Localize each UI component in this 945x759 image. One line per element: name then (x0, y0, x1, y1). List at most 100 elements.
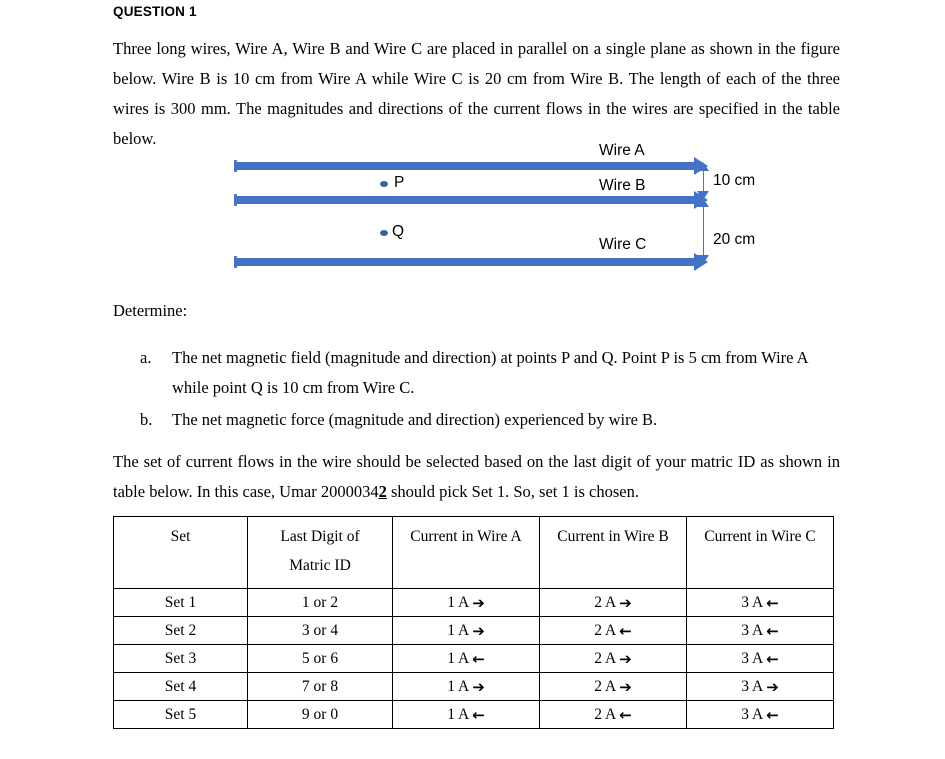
cell-set: Set 3 (113, 644, 248, 673)
direction-arrow-icon: ← (766, 706, 779, 724)
direction-arrow-icon: ← (619, 706, 632, 724)
wire-b-bar (234, 196, 700, 204)
point-p-dot (380, 181, 388, 187)
column-header-set: Set (113, 516, 248, 589)
determine-label: Determine: (113, 301, 188, 320)
header-line: Current in Wire A (410, 528, 522, 545)
point-q-label: Q (392, 223, 405, 240)
wire-c-label: Wire C (599, 236, 647, 253)
cell-current-wire-b: 2 A ← (539, 700, 687, 729)
direction-arrow-icon: ➔ (472, 678, 485, 696)
direction-arrow-icon: ➔ (619, 678, 632, 696)
cell-set: Set 4 (113, 672, 248, 701)
table-row: Set 3 5 or 6 1 A ← 2 A ➔ 3 A ← (113, 644, 834, 673)
cell-digit: 7 or 8 (247, 672, 393, 701)
direction-arrow-icon: ← (766, 622, 779, 640)
list-item-text: The net magnetic force (magnitude and di… (172, 410, 658, 429)
page-title: QUESTION 1 (113, 4, 197, 19)
table-header-row: Set Last Digit of Matric ID Current in W… (113, 516, 834, 589)
current-sets-table: Set Last Digit of Matric ID Current in W… (113, 516, 834, 729)
direction-arrow-icon: ← (766, 650, 779, 668)
column-header-current-wire-a: Current in Wire A (392, 516, 540, 589)
wire-a-label: Wire A (599, 142, 645, 159)
current-value: 1 A (447, 622, 470, 639)
direction-arrow-icon: ← (472, 650, 485, 668)
cell-current-wire-c: 3 A ← (686, 616, 834, 645)
header-line: Current in Wire C (704, 528, 816, 545)
point-q-dot (380, 230, 388, 236)
current-value: 1 A (447, 678, 470, 695)
cell-set: Set 2 (113, 616, 248, 645)
table-row: Set 4 7 or 8 1 A ➔ 2 A ➔ 3 A ➔ (113, 672, 834, 701)
header-line: Set (170, 528, 191, 545)
current-value: 2 A (594, 706, 617, 723)
determine-list: a. The net magnetic field (magnitude and… (140, 343, 840, 437)
cell-current-wire-c: 3 A ← (686, 588, 834, 617)
cell-current-wire-c: 3 A ← (686, 644, 834, 673)
dim-20cm-arrow-bottom (697, 255, 709, 264)
cell-current-wire-c: 3 A ➔ (686, 672, 834, 701)
header-line: Last Digit of (280, 528, 360, 545)
list-item-marker: a. (140, 348, 152, 367)
cell-current-wire-b: 2 A ➔ (539, 588, 687, 617)
cell-current-wire-b: 2 A ➔ (539, 672, 687, 701)
current-value: 2 A (594, 594, 617, 611)
set-paragraph-part2: should pick Set 1. So, set 1 is chosen. (386, 482, 639, 501)
set-selection-paragraph: The set of current flows in the wire sho… (113, 447, 840, 507)
column-header-current-wire-b: Current in Wire B (539, 516, 687, 589)
direction-arrow-icon: ➔ (619, 594, 632, 612)
direction-arrow-icon: ← (766, 594, 779, 612)
list-item-text: The net magnetic field (magnitude and di… (172, 348, 808, 397)
cell-digit: 9 or 0 (247, 700, 393, 729)
table-row: Set 5 9 or 0 1 A ← 2 A ← 3 A ← (113, 700, 834, 729)
direction-arrow-icon: ➔ (619, 650, 632, 668)
cell-current-wire-a: 1 A ➔ (392, 588, 540, 617)
wire-a-bar (234, 162, 700, 170)
table-row: Set 2 3 or 4 1 A ➔ 2 A ← 3 A ← (113, 616, 834, 645)
current-value: 3 A (741, 706, 764, 723)
direction-arrow-icon: ← (619, 622, 632, 640)
cell-set: Set 5 (113, 700, 248, 729)
point-p-label: P (394, 174, 405, 191)
cell-current-wire-b: 2 A ← (539, 616, 687, 645)
cell-digit: 1 or 2 (247, 588, 393, 617)
current-value: 3 A (741, 650, 764, 667)
current-value: 3 A (741, 594, 764, 611)
column-header-last-digit: Last Digit of Matric ID (247, 516, 393, 589)
wire-b-label: Wire B (599, 177, 646, 194)
cell-digit: 3 or 4 (247, 616, 393, 645)
dim-20cm-label: 20 cm (713, 231, 756, 248)
header-line: Current in Wire B (557, 528, 669, 545)
wire-diagram: Wire A Wire B Wire C P Q 10 cm 20 cm (0, 136, 945, 286)
list-item: a. The net magnetic field (magnitude and… (140, 343, 840, 403)
cell-current-wire-b: 2 A ➔ (539, 644, 687, 673)
dim-10cm-label: 10 cm (713, 172, 756, 189)
cell-current-wire-a: 1 A ➔ (392, 672, 540, 701)
current-value: 3 A (741, 622, 764, 639)
current-value: 1 A (447, 594, 470, 611)
direction-arrow-icon: ➔ (472, 622, 485, 640)
dim-20cm-line (703, 202, 704, 262)
direction-arrow-icon: ← (472, 706, 485, 724)
direction-arrow-icon: ➔ (766, 678, 779, 696)
cell-digit: 5 or 6 (247, 644, 393, 673)
table-row: Set 1 1 or 2 1 A ➔ 2 A ➔ 3 A ← (113, 588, 834, 617)
cell-set: Set 1 (113, 588, 248, 617)
direction-arrow-icon: ➔ (472, 594, 485, 612)
current-value: 1 A (447, 650, 470, 667)
document-page: QUESTION 1 Three long wires, Wire A, Wir… (0, 0, 945, 759)
column-header-current-wire-c: Current in Wire C (686, 516, 834, 589)
cell-current-wire-a: 1 A ← (392, 644, 540, 673)
cell-current-wire-a: 1 A ➔ (392, 616, 540, 645)
current-value: 1 A (447, 706, 470, 723)
cell-current-wire-c: 3 A ← (686, 700, 834, 729)
current-value: 3 A (741, 678, 764, 695)
list-item-marker: b. (140, 410, 153, 429)
header-line: Matric ID (289, 557, 351, 574)
cell-current-wire-a: 1 A ← (392, 700, 540, 729)
wire-c-bar (234, 258, 700, 266)
current-value: 2 A (594, 622, 617, 639)
current-value: 2 A (594, 678, 617, 695)
matric-id-last-digit: 2 (378, 482, 387, 501)
list-item: b. The net magnetic force (magnitude and… (140, 405, 840, 435)
